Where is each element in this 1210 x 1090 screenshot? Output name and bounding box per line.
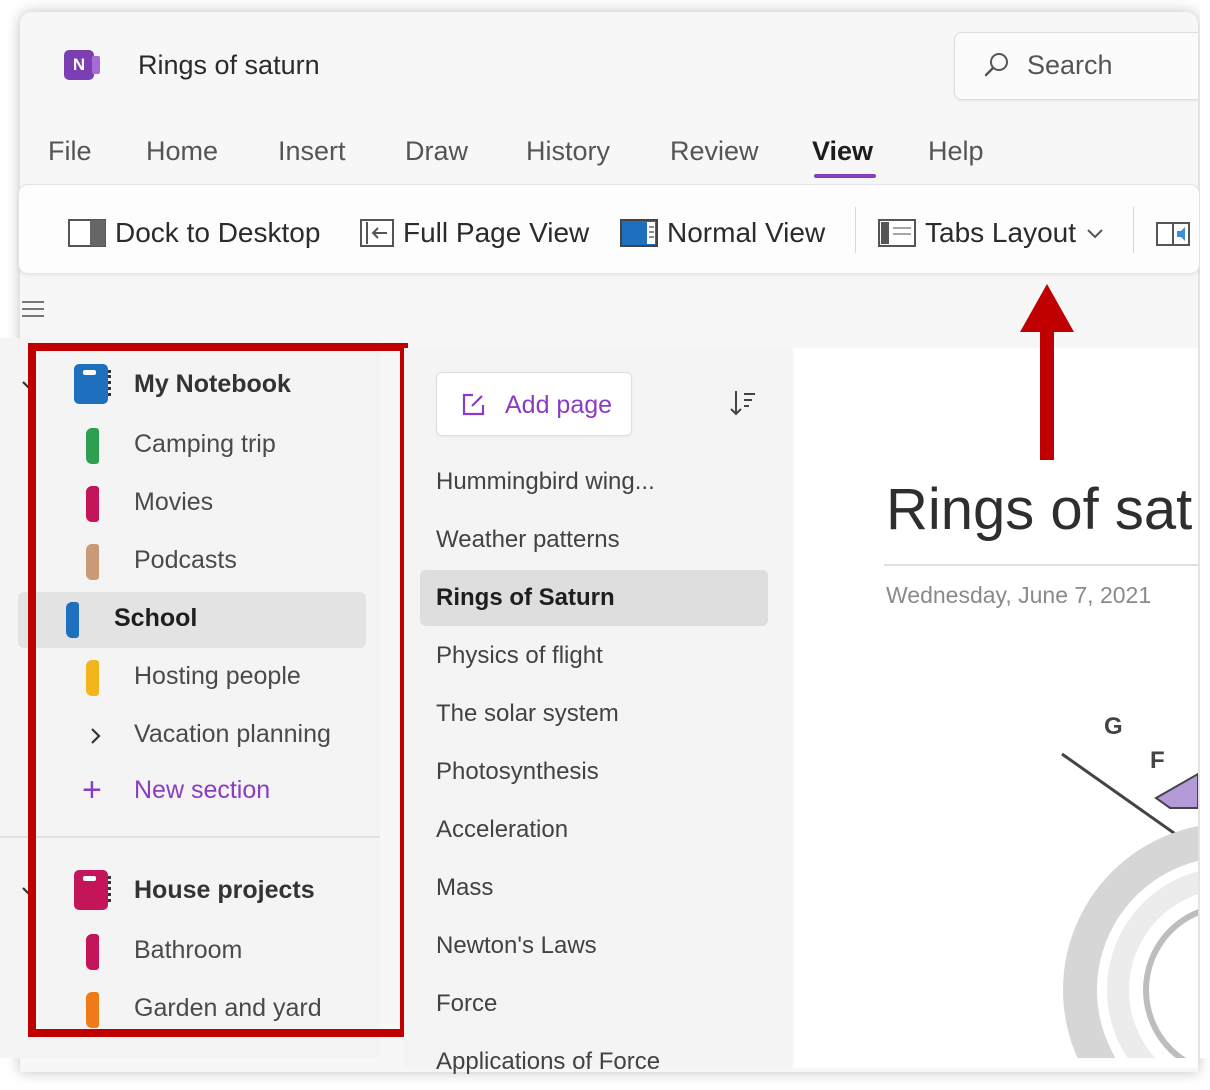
normal-view-icon [620, 219, 658, 247]
add-page-icon [462, 393, 485, 416]
title-rule [884, 564, 1198, 566]
full-page-view-button[interactable]: Full Page View [359, 215, 589, 251]
page-title[interactable]: Rings of sat [886, 476, 1192, 543]
hamburger-menu-icon[interactable] [20, 296, 46, 322]
dock-to-desktop-icon [68, 219, 106, 247]
tab-insert[interactable]: Insert [278, 136, 346, 167]
active-tab-indicator [814, 174, 876, 178]
page-label: Acceleration [436, 816, 569, 843]
page-item[interactable]: Acceleration [420, 802, 768, 858]
tab-view[interactable]: View [812, 136, 873, 167]
sketch-letter: F [1150, 747, 1165, 774]
dock-to-desktop-button[interactable]: Dock to Desktop [67, 215, 320, 251]
page-label: Applications of Force [436, 1048, 661, 1075]
page-item[interactable]: Applications of Force [420, 1034, 768, 1090]
page-item[interactable]: The solar system [420, 686, 768, 742]
view-ribbon: Dock to Desktop Full Page View Normal Vi… [18, 184, 1200, 274]
page-label: Hummingbird wing... [436, 468, 655, 495]
window-edge [1200, 0, 1210, 1058]
tab-file[interactable]: File [48, 136, 92, 167]
tabs-layout-icon [878, 219, 916, 247]
sketch-letter: G [1104, 713, 1123, 740]
tabs-layout-dropdown[interactable]: Tabs Layout [877, 215, 1114, 251]
immersive-reader-button[interactable] [1153, 215, 1201, 251]
page-item[interactable]: Mass [420, 860, 768, 916]
window-title: Rings of saturn [138, 50, 320, 80]
page-label: Newton's Laws [436, 932, 597, 959]
add-page-button[interactable]: Add page [436, 372, 632, 436]
page-item[interactable]: Force [420, 976, 768, 1032]
page-item[interactable]: Weather patterns [420, 512, 768, 568]
add-page-label: Add page [505, 391, 613, 419]
tab-home[interactable]: Home [146, 136, 218, 167]
page-item[interactable]: Photosynthesis [420, 744, 768, 800]
page-item[interactable]: Newton's Laws [420, 918, 768, 974]
tab-history[interactable]: History [526, 136, 610, 167]
page-item[interactable]: Hummingbird wing... [420, 454, 768, 510]
normal-view-button[interactable]: Normal View [619, 215, 825, 251]
immersive-reader-icon [1156, 222, 1190, 246]
page-item[interactable]: Physics of flight [420, 628, 768, 684]
search-placeholder: Search [1027, 50, 1113, 80]
ribbon-separator [855, 207, 856, 253]
saturn-rings-sketch: G F [1061, 713, 1198, 1058]
page-label: Photosynthesis [436, 758, 599, 785]
tab-draw[interactable]: Draw [405, 136, 468, 167]
onenote-app-icon: N [64, 50, 100, 80]
page-label: Mass [436, 874, 494, 901]
page-date: Wednesday, June 7, 2021 [886, 582, 1152, 608]
search-icon [984, 53, 1008, 77]
ribbon-separator [1133, 207, 1134, 253]
search-box[interactable]: Search [954, 32, 1198, 100]
page-label: Physics of flight [436, 642, 603, 669]
tab-help[interactable]: Help [928, 136, 984, 167]
page-label: Rings of Saturn [436, 584, 615, 611]
page-label: The solar system [436, 700, 619, 727]
page-item-selected[interactable]: Rings of Saturn [420, 570, 768, 626]
full-page-view-icon [360, 219, 394, 247]
tab-review[interactable]: Review [670, 136, 759, 167]
annotation-arrow [1020, 284, 1074, 460]
chevron-down-icon [1087, 229, 1103, 239]
highlight-box [28, 343, 408, 1037]
page-label: Force [436, 990, 498, 1017]
page-label: Weather patterns [436, 526, 620, 553]
sort-pages-icon[interactable] [728, 388, 758, 418]
